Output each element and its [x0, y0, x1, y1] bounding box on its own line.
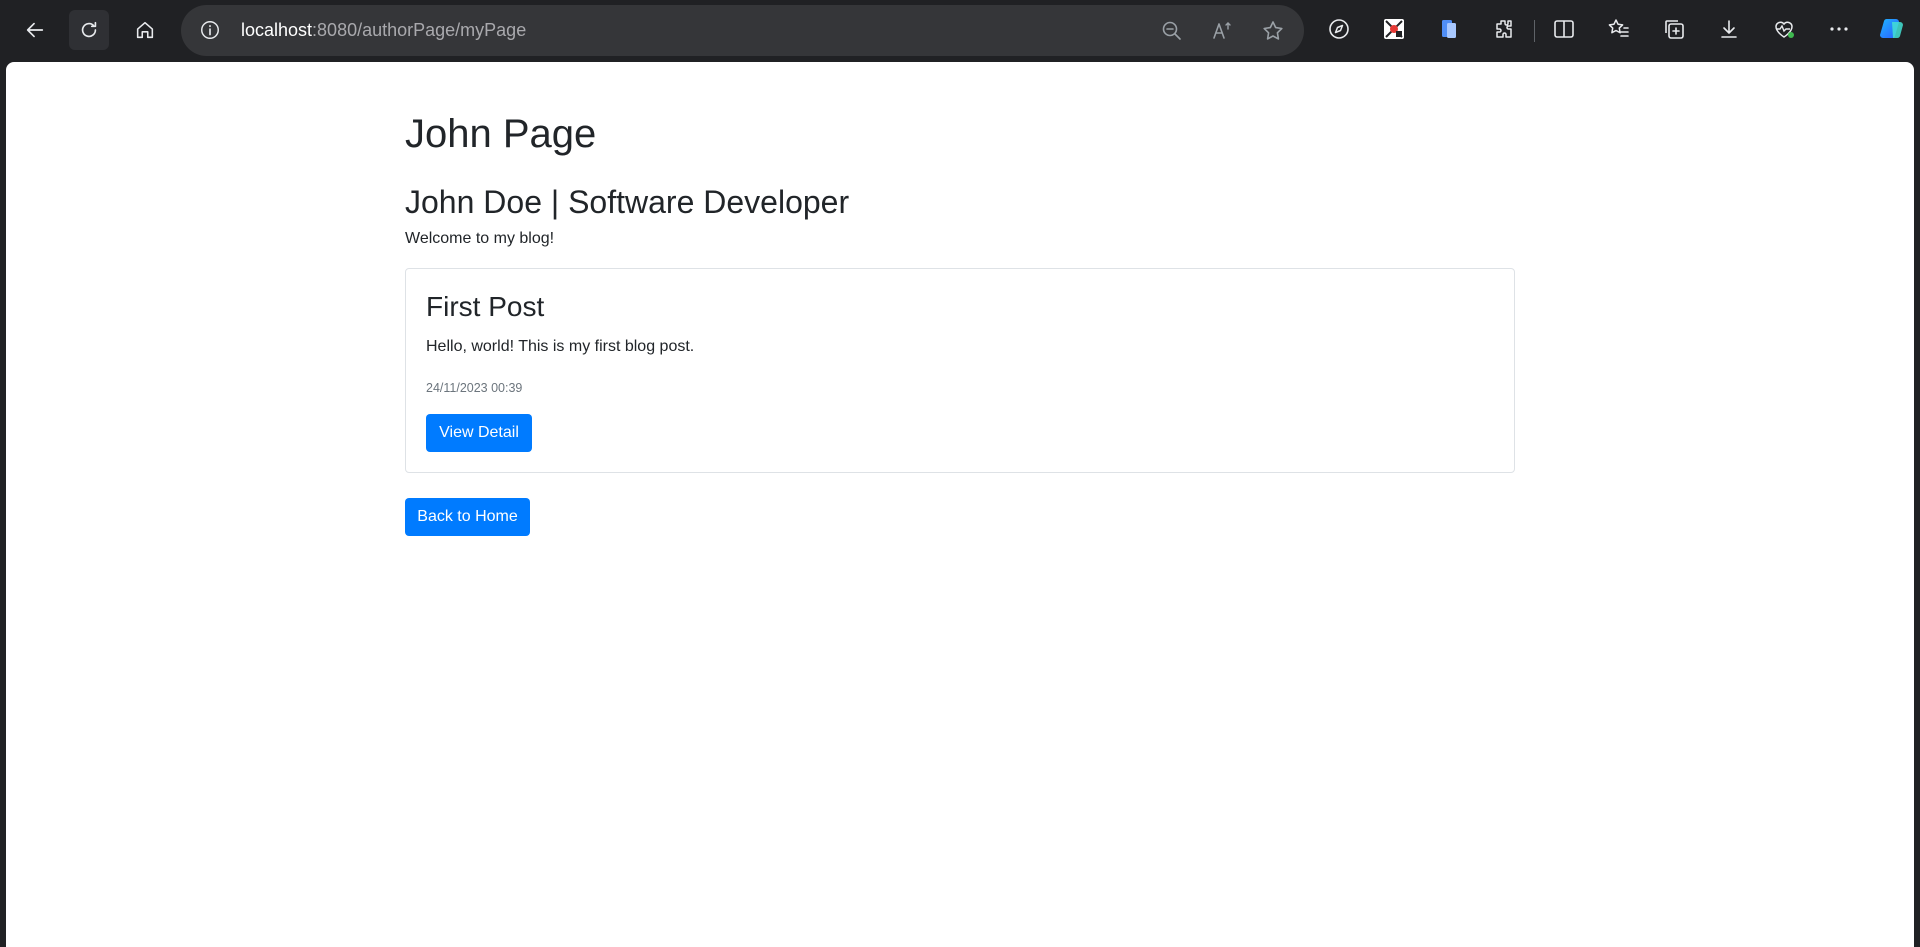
- health-icon: [1775, 21, 1794, 38]
- view-detail-button[interactable]: View Detail: [426, 414, 532, 452]
- page-viewport: John Page John Doe | Software Developer …: [6, 62, 1914, 947]
- post-date: 24/11/2023 00:39: [426, 381, 523, 395]
- download-icon: [1721, 20, 1737, 38]
- extensions-button[interactable]: [1491, 16, 1517, 42]
- favorites-button[interactable]: [1606, 16, 1632, 42]
- extension-colorful-icon: [1384, 19, 1404, 39]
- toolbar-separator: [1534, 20, 1535, 42]
- refresh-icon: [81, 21, 97, 38]
- split-screen-icon: [1554, 20, 1574, 38]
- post-card: First Post Hello, world! This is my firs…: [405, 268, 1515, 473]
- welcome-text: Welcome to my blog!: [405, 230, 555, 247]
- extension-blue-icon: [1442, 20, 1456, 38]
- favorites-list-icon: [1608, 19, 1629, 37]
- puzzle-icon: [1496, 20, 1512, 38]
- refresh-button[interactable]: [69, 10, 109, 50]
- author-heading: John Doe | Software Developer: [405, 184, 850, 220]
- copilot-button[interactable]: [1878, 16, 1904, 42]
- url-path: :8080/authorPage/myPage: [312, 20, 527, 40]
- browser-toolbar: localhost:8080/authorPage/myPage: [0, 0, 1920, 62]
- read-aloud-icon[interactable]: [1211, 19, 1235, 43]
- favorite-star-icon[interactable]: [1261, 19, 1285, 43]
- extension-blue-button[interactable]: [1436, 16, 1462, 42]
- post-body: Hello, world! This is my first blog post…: [426, 338, 695, 355]
- address-url[interactable]: localhost:8080/authorPage/myPage: [241, 20, 526, 41]
- back-to-home-button[interactable]: Back to Home: [405, 498, 530, 536]
- more-icon: [1830, 27, 1848, 31]
- post-title: First Post: [426, 291, 545, 322]
- split-screen-button[interactable]: [1551, 16, 1577, 42]
- copilot-icon: [1880, 18, 1903, 39]
- page-title: John Page: [405, 112, 597, 156]
- zoom-out-icon[interactable]: [1160, 19, 1184, 43]
- home-button[interactable]: [125, 10, 165, 50]
- compass-icon: [1329, 19, 1349, 39]
- extension-colorful-button[interactable]: [1381, 16, 1407, 42]
- url-host: localhost: [241, 20, 313, 40]
- more-button[interactable]: [1826, 16, 1852, 42]
- collections-button[interactable]: [1661, 16, 1687, 42]
- info-icon[interactable]: [199, 19, 221, 41]
- compass-button[interactable]: [1326, 16, 1352, 42]
- downloads-button[interactable]: [1716, 16, 1742, 42]
- address-bar[interactable]: localhost:8080/authorPage/myPage: [181, 5, 1304, 56]
- back-button[interactable]: [15, 10, 55, 50]
- browser-essentials-button[interactable]: [1771, 16, 1797, 42]
- collections-icon: [1665, 20, 1684, 39]
- home-icon: [136, 21, 154, 39]
- back-icon: [26, 22, 44, 38]
